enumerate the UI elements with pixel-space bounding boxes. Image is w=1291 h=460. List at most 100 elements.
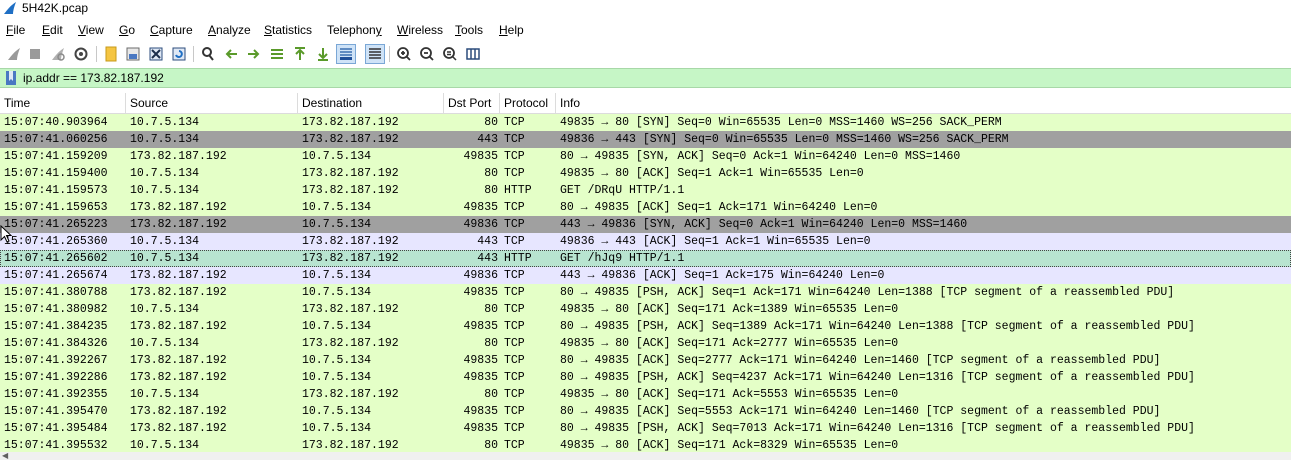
packet-dst-port: 443 — [477, 252, 498, 265]
packet-destination: 10.7.5.134 — [302, 354, 372, 367]
packet-dst-port: 49835 — [463, 405, 498, 418]
packet-info: 80 → 49835 [ACK] Seq=2777 Ack=171 Win=64… — [560, 354, 1161, 367]
packet-destination: 173.82.187.192 — [302, 388, 399, 401]
packet-dst-port: 80 — [484, 116, 498, 129]
bookmark-icon[interactable] — [3, 70, 19, 86]
display-filter-input[interactable] — [21, 69, 1291, 87]
packet-row[interactable]: 15:07:41.159209 173.82.187.192 10.7.5.134 4… — [0, 148, 1291, 165]
packet-row[interactable]: 15:07:41.159653 173.82.187.192 10.7.5.134 4… — [0, 199, 1291, 216]
packet-destination: 173.82.187.192 — [302, 184, 399, 197]
stop-capture-icon[interactable] — [25, 44, 45, 64]
packet-source: 10.7.5.134 — [130, 167, 200, 180]
column-header-info[interactable]: Info — [556, 93, 1291, 113]
zoom-normal-icon[interactable] — [440, 44, 460, 64]
packet-row[interactable]: 15:07:41.392286 173.82.187.192 10.7.5.134 4… — [0, 369, 1291, 386]
packet-row[interactable]: 15:07:41.395532 10.7.5.134 173.82.187.192 8… — [0, 437, 1291, 453]
packet-protocol: TCP — [504, 303, 525, 316]
save-file-icon[interactable] — [123, 44, 143, 64]
packet-row[interactable]: 15:07:41.265602 10.7.5.134 173.82.187.192 4… — [0, 250, 1291, 267]
packet-source: 10.7.5.134 — [130, 184, 200, 197]
packet-row[interactable]: 15:07:40.903964 10.7.5.134 173.82.187.192 8… — [0, 114, 1291, 131]
packet-info: 80 → 49835 [SYN, ACK] Seq=0 Ack=1 Win=64… — [560, 150, 961, 163]
menu-tools[interactable]: Tools — [455, 23, 483, 37]
reload-file-icon[interactable] — [169, 44, 189, 64]
column-header-destination[interactable]: Destination — [298, 93, 444, 113]
shark-fin-start-icon[interactable] — [4, 44, 24, 64]
menu-statistics[interactable]: Statistics — [264, 23, 312, 37]
packet-row[interactable]: 15:07:41.060256 10.7.5.134 173.82.187.192 4… — [0, 131, 1291, 148]
packet-row[interactable]: 15:07:41.265674 173.82.187.192 10.7.5.134 4… — [0, 267, 1291, 284]
packet-protocol: TCP — [504, 269, 525, 282]
packet-destination: 173.82.187.192 — [302, 133, 399, 146]
packet-row[interactable]: 15:07:41.265360 10.7.5.134 173.82.187.192 4… — [0, 233, 1291, 250]
zoom-in-icon[interactable] — [394, 44, 414, 64]
go-to-packet-icon[interactable] — [267, 44, 287, 64]
packet-row[interactable]: 15:07:41.265223 173.82.187.192 10.7.5.134 4… — [0, 216, 1291, 233]
column-header-protocol[interactable]: Protocol — [500, 93, 556, 113]
packet-destination: 10.7.5.134 — [302, 320, 372, 333]
menu-telephony[interactable]: Telephony — [327, 23, 382, 37]
menu-edit[interactable]: Edit — [42, 23, 63, 37]
packet-rows: 15:07:40.903964 10.7.5.134 173.82.187.192 8… — [0, 114, 1291, 453]
go-last-packet-icon[interactable] — [313, 44, 333, 64]
packet-destination: 10.7.5.134 — [302, 422, 372, 435]
packet-time: 15:07:41.392355 — [4, 388, 108, 401]
wireshark-fin-icon — [4, 2, 16, 14]
packet-dst-port: 443 — [477, 133, 498, 146]
capture-options-icon[interactable] — [71, 44, 91, 64]
colorize-icon[interactable] — [365, 44, 385, 64]
menu-wireless[interactable]: Wireless — [397, 23, 443, 37]
packet-protocol: TCP — [504, 337, 525, 350]
close-file-icon[interactable] — [146, 44, 166, 64]
packet-destination: 173.82.187.192 — [302, 235, 399, 248]
horizontal-scrollbar[interactable]: ◀ — [0, 452, 1291, 460]
menu-capture[interactable]: Capture — [150, 23, 193, 37]
packet-source: 173.82.187.192 — [130, 371, 227, 384]
resize-columns-icon[interactable] — [463, 44, 483, 64]
menu-analyze[interactable]: Analyze — [208, 23, 251, 37]
packet-row[interactable]: 15:07:41.380982 10.7.5.134 173.82.187.192 8… — [0, 301, 1291, 318]
packet-protocol: TCP — [504, 320, 525, 333]
packet-time: 15:07:41.384235 — [4, 320, 108, 333]
packet-info: 49835 → 80 [ACK] Seq=171 Ack=2777 Win=65… — [560, 337, 899, 350]
packet-time: 15:07:41.159400 — [4, 167, 108, 180]
packet-info: 80 → 49835 [ACK] Seq=5553 Ack=171 Win=64… — [560, 405, 1161, 418]
packet-source: 10.7.5.134 — [130, 337, 200, 350]
packet-time: 15:07:41.392286 — [4, 371, 108, 384]
packet-protocol: HTTP — [504, 184, 532, 197]
packet-time: 15:07:41.159573 — [4, 184, 108, 197]
packet-dst-port: 80 — [484, 337, 498, 350]
menu-help[interactable]: Help — [499, 23, 524, 37]
packet-row[interactable]: 15:07:41.159573 10.7.5.134 173.82.187.192 8… — [0, 182, 1291, 199]
menu-file[interactable]: File — [6, 23, 25, 37]
packet-destination: 10.7.5.134 — [302, 150, 372, 163]
packet-info: 49835 → 80 [ACK] Seq=171 Ack=1389 Win=65… — [560, 303, 899, 316]
packet-row[interactable]: 15:07:41.392355 10.7.5.134 173.82.187.192 8… — [0, 386, 1291, 403]
packet-dst-port: 80 — [484, 184, 498, 197]
column-header-time[interactable]: Time — [0, 93, 126, 113]
zoom-out-icon[interactable] — [417, 44, 437, 64]
packet-source: 173.82.187.192 — [130, 405, 227, 418]
packet-time: 15:07:40.903964 — [4, 116, 108, 129]
autoscroll-icon[interactable] — [336, 44, 356, 64]
go-back-icon[interactable] — [221, 44, 241, 64]
packet-row[interactable]: 15:07:41.380788 173.82.187.192 10.7.5.134 4… — [0, 284, 1291, 301]
column-header-source[interactable]: Source — [126, 93, 298, 113]
packet-info: 443 → 49836 [ACK] Seq=1 Ack=175 Win=6424… — [560, 269, 885, 282]
scroll-left-icon[interactable]: ◀ — [2, 452, 8, 460]
go-forward-icon[interactable] — [244, 44, 264, 64]
go-first-packet-icon[interactable] — [290, 44, 310, 64]
open-file-icon[interactable] — [101, 44, 121, 64]
menu-go[interactable]: Go — [119, 23, 135, 37]
menu-view[interactable]: View — [78, 23, 104, 37]
packet-row[interactable]: 15:07:41.395470 173.82.187.192 10.7.5.134 4… — [0, 403, 1291, 420]
restart-capture-icon[interactable] — [48, 44, 68, 64]
packet-row[interactable]: 15:07:41.159400 10.7.5.134 173.82.187.192 8… — [0, 165, 1291, 182]
packet-row[interactable]: 15:07:41.384326 10.7.5.134 173.82.187.192 8… — [0, 335, 1291, 352]
packet-row[interactable]: 15:07:41.392267 173.82.187.192 10.7.5.134 4… — [0, 352, 1291, 369]
packet-row[interactable]: 15:07:41.395484 173.82.187.192 10.7.5.134 4… — [0, 420, 1291, 437]
packet-time: 15:07:41.395470 — [4, 405, 108, 418]
find-packet-icon[interactable] — [198, 44, 218, 64]
column-header-dst-port[interactable]: Dst Port — [444, 93, 500, 113]
packet-row[interactable]: 15:07:41.384235 173.82.187.192 10.7.5.134 4… — [0, 318, 1291, 335]
